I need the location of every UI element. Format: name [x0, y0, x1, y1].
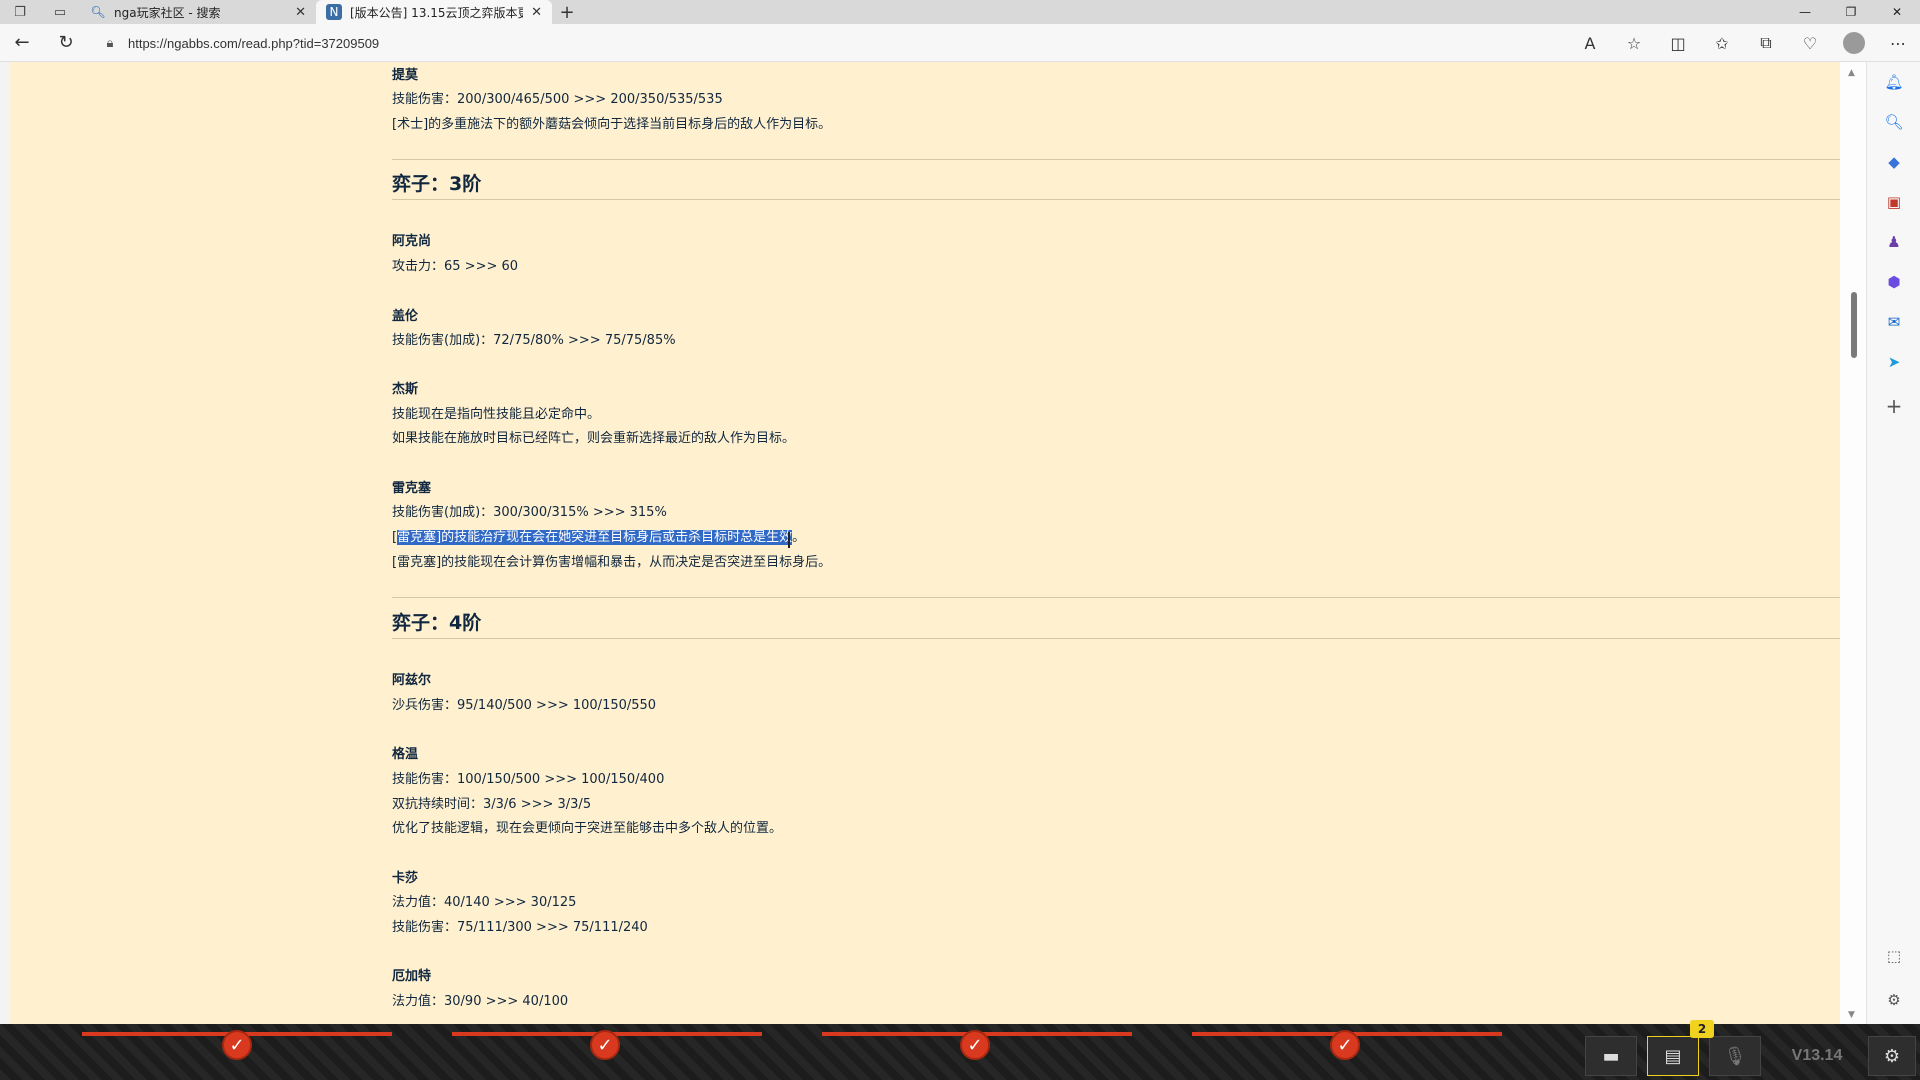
edge-sidebar: 🔔︎ 🔍︎ ◆ ▣ ♟ ⬢ ✉ ➤ + ⬚ ⚙: [1866, 62, 1920, 1024]
check-icon: ✓: [960, 1030, 990, 1060]
hero-line: 双抗持续时间：3/3/6 >>> 3/3/5: [392, 797, 592, 812]
back-icon[interactable]: ←: [0, 24, 44, 62]
outlook-icon[interactable]: ✉: [1880, 308, 1908, 336]
hero-name: 雷克塞: [392, 481, 432, 496]
hero-line: [术士]的多重施法下的额外蘑菇会倾向于选择当前目标身后的敌人作为目标。: [392, 117, 832, 132]
game-settings-icon[interactable]: ⚙: [1868, 1036, 1916, 1076]
url-text[interactable]: https://ngabbs.com/read.php?tid=37209509: [128, 36, 379, 51]
tab-title: nga玩家社区 - 搜索: [114, 5, 221, 20]
tab-strip: ❐ ▭ 🔍︎ nga玩家社区 - 搜索 ✕ N [版本公告] 13.15云顶之弈…: [0, 0, 1920, 24]
restore-icon[interactable]: ❐: [1828, 0, 1874, 24]
tools-icon[interactable]: ▣: [1880, 188, 1908, 216]
hero-line: 攻击力：65 >>> 60: [392, 259, 519, 274]
hero-line: 技能伤害(加成)：300/300/315% >>> 315%: [392, 505, 667, 520]
minimize-icon[interactable]: —: [1782, 0, 1828, 24]
text-selection[interactable]: 雷克塞]的技能治疗现在会在她突进至目标身后或击杀目标时总是生效: [397, 530, 793, 545]
text-cursor: [788, 532, 790, 548]
favorites-icon[interactable]: ✩: [1700, 24, 1744, 62]
tier-title-4: 弈子：4阶: [392, 612, 482, 634]
office-icon[interactable]: ⬢: [1880, 268, 1908, 296]
hero-name: 提莫: [392, 68, 419, 83]
address-bar[interactable]: 🔒︎ https://ngabbs.com/read.php?tid=37209…: [102, 29, 1602, 57]
games-icon[interactable]: ♟: [1880, 228, 1908, 256]
favorite-star-icon[interactable]: ☆: [1612, 24, 1656, 62]
tab-search[interactable]: 🔍︎ nga玩家社区 - 搜索 ✕: [80, 0, 316, 24]
search-icon[interactable]: 🔍︎: [1880, 108, 1908, 136]
shopping-tag-icon[interactable]: ◆: [1880, 148, 1908, 176]
hero-name: 厄加特: [392, 969, 432, 984]
hero-line: 法力值：40/140 >>> 30/125: [392, 895, 577, 910]
selected-text-line[interactable]: [雷克塞]的技能治疗现在会在她突进至目标身后或击杀目标时总是生效。: [392, 526, 805, 545]
quests-icon[interactable]: ▤: [1647, 1036, 1699, 1076]
more-menu-icon[interactable]: ⋯: [1876, 24, 1920, 62]
hero-name: 杰斯: [392, 382, 419, 397]
hero-name: 格温: [392, 747, 419, 762]
divider: [392, 159, 1840, 160]
tab-actions-icon[interactable]: ▭: [40, 0, 80, 24]
scroll-down-icon[interactable]: ▼: [1848, 1010, 1855, 1020]
close-icon[interactable]: ✕: [295, 5, 306, 20]
hero-line: 技能伤害：75/111/300 >>> 75/111/240: [392, 920, 648, 935]
chat-icon[interactable]: ▬: [1585, 1036, 1637, 1076]
text-suffix: 。: [792, 530, 806, 545]
notification-bell-icon[interactable]: 🔔︎: [1880, 68, 1908, 96]
hero-line: 沙兵伤害：95/140/500 >>> 100/150/550: [392, 698, 657, 713]
check-icon: ✓: [1330, 1030, 1360, 1060]
send-icon[interactable]: ➤: [1880, 348, 1908, 376]
microphone-icon[interactable]: 🎙︎: [1709, 1036, 1761, 1076]
tab-announcement[interactable]: N [版本公告] 13.15云顶之弈版本更 ✕: [316, 0, 552, 24]
hero-line: 技能现在是指向性技能且必定命中。: [392, 407, 601, 422]
window-controls: — ❐ ✕: [1782, 0, 1920, 24]
quest-count-badge: 2: [1690, 1020, 1714, 1038]
game-overlay-bar: ✓ ✓ ✓ ✓ ▬ ▤ 🎙︎ V13.14 ⚙: [0, 1024, 1920, 1080]
check-icon: ✓: [590, 1030, 620, 1060]
browser-toolbar: ← ↻ 🔒︎ https://ngabbs.com/read.php?tid=3…: [0, 24, 1920, 62]
search-icon: 🔍︎: [90, 5, 106, 19]
hero-line: 技能伤害：100/150/500 >>> 100/150/400: [392, 772, 665, 787]
divider: [392, 638, 1840, 639]
tab-title: [版本公告] 13.15云顶之弈版本更: [350, 5, 524, 20]
divider: [392, 597, 1840, 598]
hero-name: 卡莎: [392, 871, 419, 886]
nga-favicon-icon: N: [326, 4, 342, 20]
hero-line: [雷克塞]的技能现在会计算伤害增幅和暴击，从而决定是否突进至目标身后。: [392, 555, 832, 570]
hero-line: 技能伤害(加成)：72/75/80% >>> 75/75/85%: [392, 333, 676, 348]
new-tab-button[interactable]: +: [552, 0, 582, 24]
hero-line: 法力值：30/90 >>> 40/100: [392, 994, 569, 1009]
read-aloud-icon[interactable]: A: [1568, 24, 1612, 62]
split-screen-icon[interactable]: ◫: [1656, 24, 1700, 62]
hero-line: 如果技能在施放时目标已经阵亡，则会重新选择最近的敌人作为目标。: [392, 431, 796, 446]
scrollbar-thumb[interactable]: [1851, 292, 1857, 358]
hero-name: 阿兹尔: [392, 673, 432, 688]
workspaces-icon[interactable]: ❐: [0, 0, 40, 24]
page-scrollbar[interactable]: ▲ ▼: [1840, 62, 1866, 1024]
game-version: V13.14: [1791, 1047, 1843, 1064]
hero-line: 技能伤害：200/300/465/500 >>> 200/350/535/535: [392, 92, 723, 107]
lock-icon[interactable]: 🔒︎: [102, 36, 118, 51]
scroll-up-icon[interactable]: ▲: [1848, 68, 1855, 78]
tier-title-3: 弈子：3阶: [392, 173, 482, 195]
page-viewport: 提莫 技能伤害：200/300/465/500 >>> 200/350/535/…: [0, 62, 1866, 1024]
browser-essentials-icon[interactable]: ♡: [1788, 24, 1832, 62]
hero-name: 盖伦: [392, 309, 419, 324]
refresh-icon[interactable]: ↻: [44, 24, 88, 62]
profile-avatar[interactable]: [1843, 32, 1865, 54]
close-window-icon[interactable]: ✕: [1874, 0, 1920, 24]
check-icon: ✓: [222, 1030, 252, 1060]
hero-name: 阿克尚: [392, 234, 432, 249]
toolbar-actions: A ☆ ◫ ✩ ⧉ ♡ ⋯: [1568, 24, 1920, 62]
close-icon[interactable]: ✕: [531, 5, 542, 20]
hero-line: 优化了技能逻辑，现在会更倾向于突进至能够击中多个敌人的位置。: [392, 821, 783, 836]
add-sidebar-item-icon[interactable]: +: [1880, 392, 1908, 420]
screenshot-icon[interactable]: ⬚: [1880, 942, 1908, 970]
collections-icon[interactable]: ⧉: [1744, 24, 1788, 62]
settings-gear-icon[interactable]: ⚙: [1880, 986, 1908, 1014]
divider: [392, 199, 1840, 200]
page-background: 提莫 技能伤害：200/300/465/500 >>> 200/350/535/…: [10, 62, 1840, 1024]
